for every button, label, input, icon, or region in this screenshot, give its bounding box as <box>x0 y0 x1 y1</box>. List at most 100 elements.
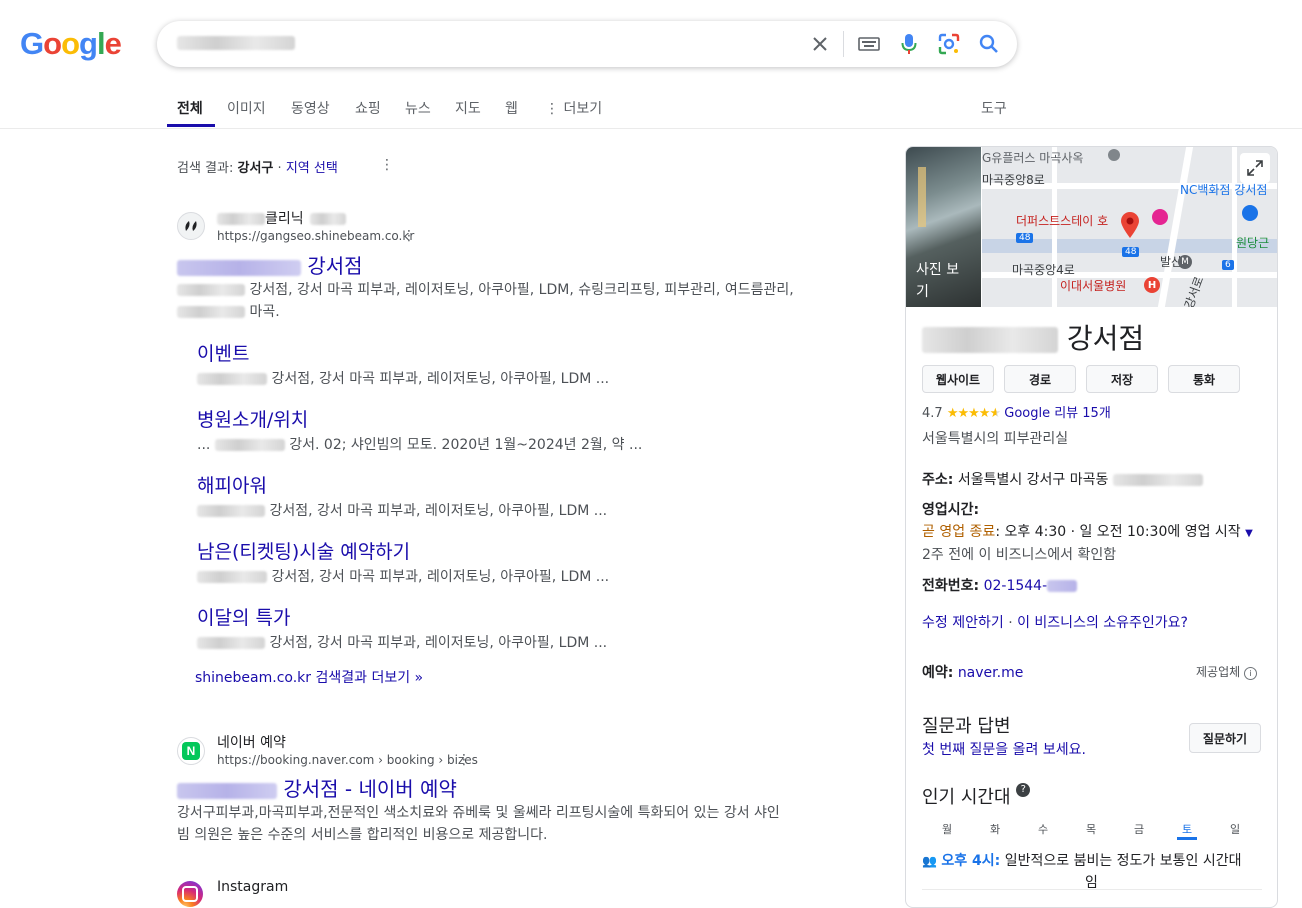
ask-question-button[interactable]: 질문하기 <box>1189 723 1261 753</box>
rating-row: 4.7 ★★★★★ Google 리뷰 15개 <box>922 402 1111 421</box>
google-logo[interactable]: Google <box>20 26 122 62</box>
tab-web[interactable]: 웹 <box>505 98 518 118</box>
photo-thumbnail[interactable]: 사진 보기 <box>906 147 981 307</box>
sitelink-title[interactable]: 해피아워 <box>197 471 267 498</box>
map-label: 더퍼스트스테이 호 <box>1016 214 1109 228</box>
lens-icon[interactable] <box>937 32 961 56</box>
keyboard-icon[interactable] <box>857 32 881 56</box>
location-place: 강서구 <box>237 161 274 176</box>
search-tabs: 전체 이미지 동영상 쇼핑 뉴스 지도 웹 ⋮ 더보기 도구 <box>0 92 1302 129</box>
sitelink-desc: ... 강서. 02; 샤인빔의 모토. 2020년 1월~2024년 2월, … <box>197 437 643 453</box>
info-icon[interactable]: i <box>1244 667 1257 680</box>
sitelink-desc: 강서점, 강서 마곡 피부과, 레이저토닝, 아쿠아필, LDM ... <box>197 368 609 388</box>
help-icon[interactable]: ? <box>1016 783 1031 797</box>
rating-stars-icon: ★★★★★ <box>946 406 1001 421</box>
instagram-favicon[interactable] <box>177 881 203 907</box>
day-tab[interactable]: 월 <box>942 821 952 837</box>
result-title[interactable]: 강서점 - 네이버 예약 <box>177 773 457 802</box>
hours-expand-icon[interactable]: ▼ <box>1245 528 1253 539</box>
directions-button[interactable]: 경로 <box>1004 365 1076 393</box>
verified-note: 2주 전에 이 비즈니스에서 확인함 <box>922 547 1117 563</box>
active-tab-indicator <box>167 124 215 127</box>
map-label: 이대서울병원 <box>1060 279 1127 293</box>
result-snippet: 강서점, 강서 마곡 피부과, 레이저토닝, 아쿠아필, LDM, 슈링크리프팅… <box>177 279 837 323</box>
day-tab[interactable]: 금 <box>1134 821 1144 837</box>
phone-link[interactable]: 02-1544- <box>984 578 1078 594</box>
location-more-icon[interactable]: ⋮ <box>380 158 394 172</box>
busy-summary: 👥 오후 4시: 일반적으로 붐비는 정도가 보통인 시간대 임 <box>922 853 1242 891</box>
route-shield: 6 <box>1222 260 1234 270</box>
tab-more[interactable]: ⋮ 더보기 <box>545 98 602 118</box>
clear-icon[interactable] <box>808 32 832 56</box>
location-line: 검색 결과: 강서구 · 지역 선택 <box>177 161 338 176</box>
tab-images[interactable]: 이미지 <box>227 98 266 118</box>
map-label: 마곡중앙8로 <box>982 173 1045 187</box>
hotel-icon <box>1152 209 1168 225</box>
search-input[interactable] <box>177 33 781 57</box>
hours-row[interactable]: 곧 영업 종료: 오후 4:30 · 일 오전 10:30에 영업 시작 ▼ <box>922 521 1253 541</box>
popular-times-title: 인기 시간대 ? <box>922 783 1031 809</box>
result-title[interactable]: 강서점 <box>177 250 363 279</box>
own-business-link[interactable]: 이 비즈니스의 소유주인가요? <box>1017 615 1188 631</box>
tab-videos[interactable]: 동영상 <box>291 98 330 118</box>
tools-button[interactable]: 도구 <box>981 98 1007 118</box>
address-row: 주소: 서울특별시 강서구 마곡동 <box>922 469 1203 489</box>
site-favicon[interactable] <box>177 212 205 240</box>
call-button[interactable]: 통화 <box>1168 365 1240 393</box>
expand-map-icon[interactable] <box>1240 153 1270 183</box>
day-tab[interactable]: 일 <box>1230 821 1240 837</box>
site-url[interactable]: https://gangseo.shinebeam.co.kr <box>217 229 414 243</box>
sitelink-desc: 강서점, 강서 마곡 피부과, 레이저토닝, 아쿠아필, LDM ... <box>197 632 607 652</box>
knowledge-panel: 사진 보기 G유플러스 마곡사옥 마곡중앙8로 NC백화점 강서점 더퍼스트스테… <box>905 146 1278 908</box>
tab-news[interactable]: 뉴스 <box>405 98 431 118</box>
sitelink-desc: 강서점, 강서 마곡 피부과, 레이저토닝, 아쿠아필, LDM ... <box>197 566 609 586</box>
more-results-link[interactable]: shinebeam.co.kr 검색결과 더보기 » <box>195 667 423 687</box>
chart-baseline <box>922 889 1262 890</box>
hours-label: 영업시간: <box>922 502 980 518</box>
sitelink-title[interactable]: 이달의 특가 <box>197 603 290 630</box>
search-divider <box>843 31 844 57</box>
day-tab-selected[interactable]: 토 <box>1182 821 1192 837</box>
result-more-icon[interactable]: ⋮ <box>402 229 416 243</box>
suggest-edit-link[interactable]: 수정 제안하기 <box>922 615 1004 631</box>
hours-status: 곧 영업 종료 <box>922 524 996 540</box>
booking-row: 예약: naver.me <box>922 665 1024 681</box>
map-thumbnail[interactable]: G유플러스 마곡사옥 마곡중앙8로 NC백화점 강서점 더퍼스트스테이 호 원당… <box>982 147 1277 307</box>
site-name[interactable]: Instagram <box>217 879 288 895</box>
first-question-link[interactable]: 첫 번째 질문을 올려 보세요. <box>922 739 1086 759</box>
result-more-icon[interactable]: ⋮ <box>457 753 471 767</box>
day-tab[interactable]: 목 <box>1086 821 1096 837</box>
tab-all[interactable]: 전체 <box>177 98 203 118</box>
map-label: NC백화점 강서점 <box>1180 183 1268 197</box>
day-tab[interactable]: 수 <box>1038 821 1048 837</box>
provider-label: 제공업체 i <box>1196 663 1257 680</box>
day-tab[interactable]: 화 <box>990 821 1000 837</box>
business-name: 강서점 <box>922 317 1144 357</box>
shopping-icon <box>1242 205 1258 221</box>
site-url[interactable]: https://booking.naver.com › booking › bi… <box>217 753 478 767</box>
site-name[interactable]: 클리닉 <box>217 208 346 228</box>
sitelink-title[interactable]: 이벤트 <box>197 339 249 366</box>
sitelink-title[interactable]: 병원소개/위치 <box>197 405 308 432</box>
map-label: 원당근 <box>1236 236 1270 250</box>
booking-link[interactable]: naver.me <box>958 665 1024 681</box>
microphone-icon[interactable] <box>897 32 921 56</box>
site-name[interactable]: 네이버 예약 <box>217 732 286 752</box>
tab-maps[interactable]: 지도 <box>455 98 481 118</box>
search-box[interactable] <box>157 21 1017 67</box>
phone-row: 전화번호: 02-1544- <box>922 575 1078 595</box>
more-dots-icon: ⋮ <box>545 101 564 117</box>
reviews-link[interactable]: Google 리뷰 15개 <box>1004 406 1111 421</box>
tab-shopping[interactable]: 쇼핑 <box>355 98 381 118</box>
change-location-link[interactable]: 지역 선택 <box>286 161 338 176</box>
save-button[interactable]: 저장 <box>1086 365 1158 393</box>
edit-row: 수정 제안하기 · 이 비즈니스의 소유주인가요? <box>922 615 1188 631</box>
website-button[interactable]: 웹사이트 <box>922 365 994 393</box>
map-label: G유플러스 마곡사옥 <box>982 151 1084 165</box>
search-icon[interactable] <box>977 32 1001 56</box>
map-label: 강서로 <box>1181 274 1207 307</box>
naver-favicon[interactable]: N <box>177 737 205 765</box>
sitelink-title[interactable]: 남은(티켓팅)시술 예약하기 <box>197 537 410 564</box>
business-category: 서울특별시의 피부관리실 <box>922 431 1069 447</box>
map-poi-icon <box>1108 149 1120 161</box>
